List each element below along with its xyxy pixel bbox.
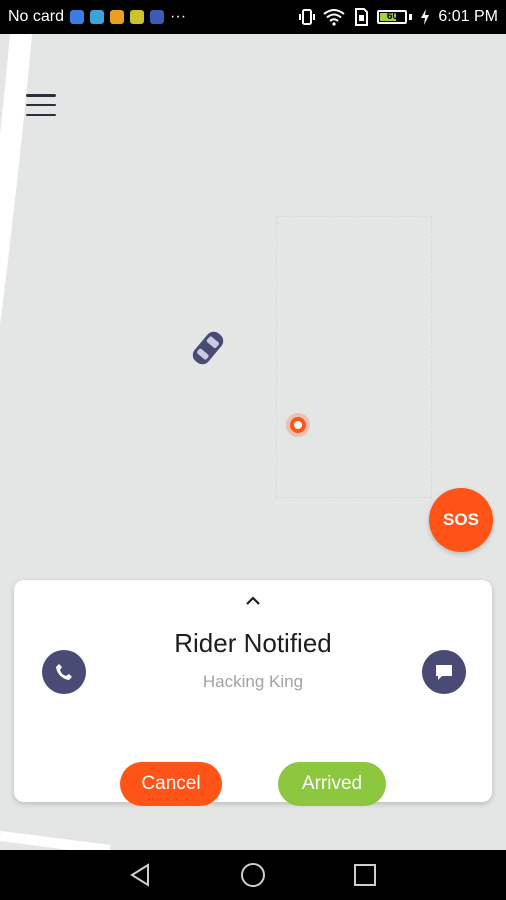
chat-rider-button[interactable] <box>422 650 466 694</box>
sos-button[interactable]: SOS <box>429 488 493 552</box>
status-bar: No card ··· 60 6:01 PM <box>0 0 506 34</box>
sim-icon <box>355 8 369 26</box>
pickup-location-pin-icon <box>286 413 310 437</box>
wifi-icon <box>323 9 346 26</box>
instagram-icon <box>110 10 125 24</box>
carrier-label: No card <box>8 8 65 25</box>
charging-icon <box>421 9 430 25</box>
chat-bubble-icon <box>436 665 452 680</box>
clock: 6:01 PM <box>438 8 498 25</box>
hamburger-line <box>26 103 56 107</box>
vpn-icon <box>70 10 85 24</box>
status-bar-left: No card ··· <box>8 0 186 34</box>
battery-body: 60 <box>377 10 408 24</box>
recents-square-icon[interactable] <box>350 860 380 890</box>
rider-name: Hacking King <box>202 672 304 691</box>
hamburger-line <box>26 113 56 116</box>
sos-label: SOS <box>443 510 479 529</box>
maps-icon <box>130 10 145 24</box>
battery-level: 60 <box>386 11 398 22</box>
home-circle-icon[interactable] <box>238 860 268 890</box>
battery-indicator: 60 <box>377 10 413 24</box>
car-icon <box>192 331 224 365</box>
facebook-icon <box>150 10 165 24</box>
status-bar-right: 60 6:01 PM <box>299 0 498 34</box>
vibrate-icon <box>299 9 316 25</box>
back-triangle-icon[interactable] <box>126 860 156 890</box>
ride-status-card: Rider Notified Hacking King Cancel Arriv… <box>14 580 492 806</box>
chevron-up-icon[interactable] <box>243 594 263 608</box>
system-navigation-bar <box>0 850 506 900</box>
menu-button[interactable] <box>26 92 58 118</box>
map-building-outline <box>276 216 432 498</box>
messages-icon <box>90 10 105 24</box>
cancel-button[interactable]: Cancel <box>120 762 222 806</box>
battery-tip <box>409 14 413 20</box>
ride-status-title: Rider Notified <box>174 628 332 658</box>
arrived-button[interactable]: Arrived <box>278 762 386 806</box>
overflow-indicator: ··· <box>170 8 187 25</box>
hamburger-menu-icon <box>26 94 56 97</box>
